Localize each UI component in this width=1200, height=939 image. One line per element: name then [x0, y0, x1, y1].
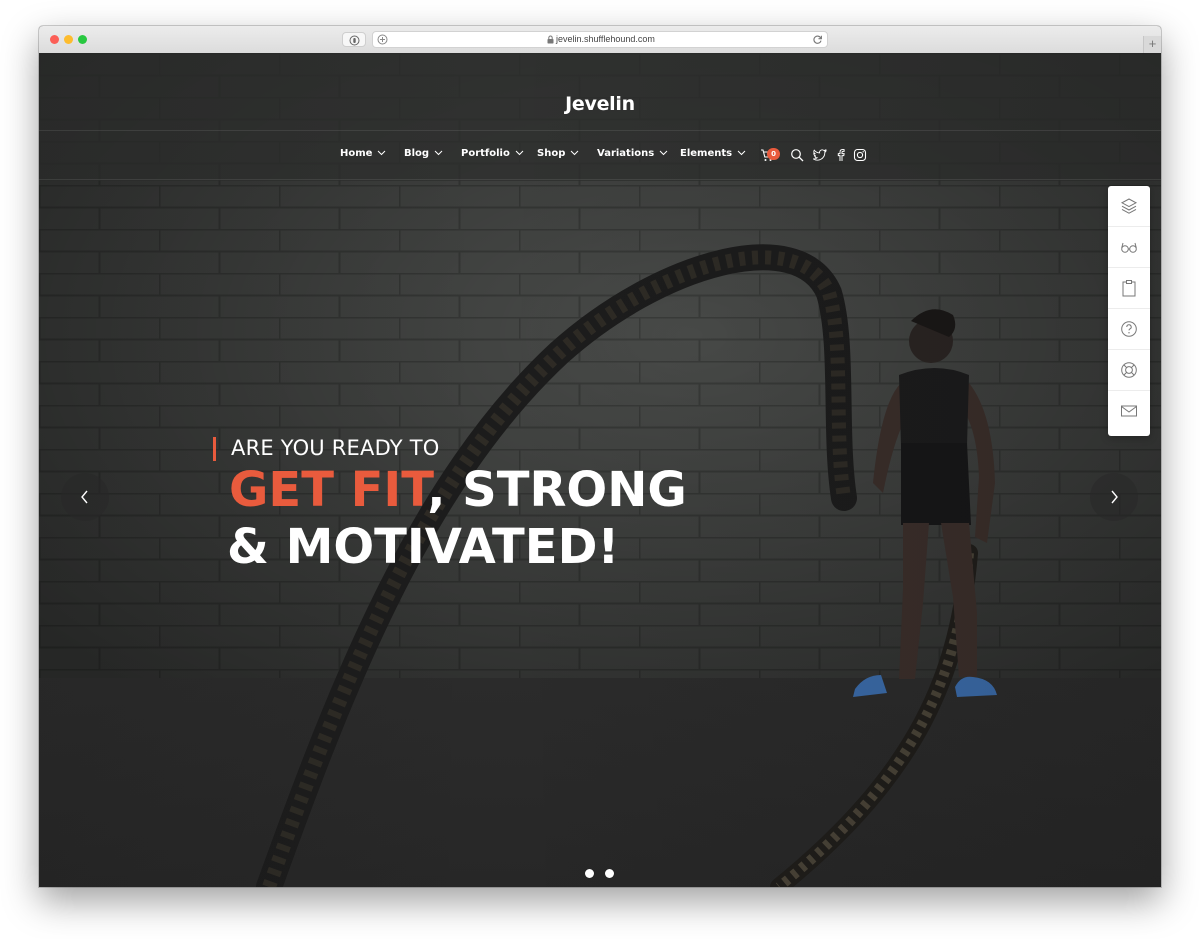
lock-icon	[547, 35, 554, 44]
search-icon[interactable]	[790, 148, 804, 162]
mail-icon	[1121, 405, 1137, 417]
hero-title-accent: GET FIT	[229, 462, 428, 518]
chevron-down-icon	[659, 150, 668, 156]
site-logo[interactable]: Jevelin	[39, 93, 1161, 115]
clipboard-icon	[1122, 280, 1136, 297]
url-text: jevelin.shufflehound.com	[556, 34, 655, 44]
header-divider	[39, 130, 1161, 131]
reload-icon[interactable]	[812, 34, 823, 45]
nav-item-variations[interactable]: Variations	[597, 148, 668, 159]
privacy-icon	[349, 35, 360, 46]
hero-pre-title: ARE YOU READY TO	[231, 436, 440, 460]
hero-accent-bar	[213, 437, 216, 461]
maximize-window-button[interactable]	[78, 35, 87, 44]
side-item-support[interactable]	[1108, 350, 1150, 391]
hero-title-line1: GET FIT, STRONG	[229, 462, 687, 518]
chevron-down-icon	[571, 150, 579, 156]
side-item-help[interactable]	[1108, 309, 1150, 350]
nav-item-elements[interactable]: Elements	[680, 148, 746, 159]
twitter-icon[interactable]	[813, 148, 827, 162]
layers-icon	[1120, 198, 1138, 214]
browser-window: jevelin.shufflehound.com + Jevelin Home …	[39, 26, 1161, 887]
slider-prev-button[interactable]	[61, 473, 109, 521]
nav-item-label: Blog	[404, 148, 430, 159]
nav-item-label: Variations	[597, 148, 655, 159]
nav-item-label: Portfolio	[461, 148, 510, 159]
chevron-down-icon	[378, 150, 386, 156]
nav-item-home[interactable]: Home	[340, 148, 386, 159]
nav-item-portfolio[interactable]: Portfolio	[461, 148, 524, 159]
address-bar[interactable]: jevelin.shufflehound.com	[372, 31, 828, 48]
glasses-icon	[1121, 242, 1137, 253]
nav-item-label: Home	[340, 148, 373, 159]
instagram-icon[interactable]	[853, 148, 867, 162]
webpage: Jevelin Home Blog Portfolio Shop Variati…	[39, 53, 1161, 887]
side-panel	[1108, 186, 1150, 436]
lifebuoy-icon	[1121, 362, 1137, 378]
close-window-button[interactable]	[50, 35, 59, 44]
chevron-left-icon	[81, 490, 88, 504]
slider-next-button[interactable]	[1090, 473, 1138, 521]
nav-item-label: Elements	[680, 148, 733, 159]
nav-item-label: Shop	[537, 148, 566, 159]
slider-dot-2[interactable]	[605, 869, 614, 878]
chevron-down-icon	[434, 150, 443, 156]
plus-circle-icon[interactable]	[377, 34, 388, 45]
cart-count-badge: 0	[767, 148, 780, 160]
side-item-purchase[interactable]	[1108, 268, 1150, 309]
main-nav: Home Blog Portfolio Shop Variations Elem…	[39, 145, 1161, 169]
help-icon	[1121, 321, 1137, 337]
side-item-contact[interactable]	[1108, 391, 1150, 432]
browser-titlebar: jevelin.shufflehound.com +	[39, 26, 1161, 54]
hero-title-line2: & MOTIVATED!	[227, 519, 620, 575]
chevron-right-icon	[1111, 490, 1118, 504]
side-item-layers[interactable]	[1108, 186, 1150, 227]
chevron-down-icon	[515, 150, 524, 156]
hero-title-rest: , STRONG	[427, 462, 687, 518]
nav-item-shop[interactable]: Shop	[537, 148, 579, 159]
new-tab-button[interactable]: +	[1143, 36, 1161, 53]
side-item-demo[interactable]	[1108, 227, 1150, 268]
facebook-icon[interactable]	[834, 148, 848, 162]
nav-item-blog[interactable]: Blog	[404, 148, 443, 159]
nav-divider	[39, 179, 1161, 180]
slider-dot-1[interactable]	[585, 869, 594, 878]
slider-pagination	[585, 869, 625, 879]
minimize-window-button[interactable]	[64, 35, 73, 44]
privacy-report-button[interactable]	[342, 32, 366, 47]
chevron-down-icon	[737, 150, 746, 156]
